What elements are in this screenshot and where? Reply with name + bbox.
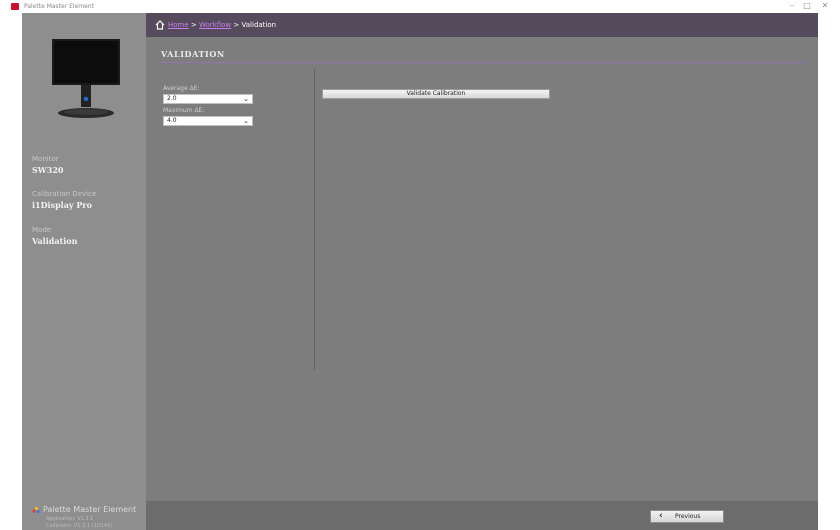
page-title: VALIDATION: [161, 49, 225, 59]
app-logo-icon: [11, 3, 19, 10]
content-panel: VALIDATION Average ΔE: 2.0 ⌄ Maximum ΔE:…: [146, 37, 818, 501]
vertical-divider: [314, 69, 315, 370]
brand-name: Palette Master Element: [43, 505, 137, 514]
average-delta-e-select[interactable]: 2.0 ⌄: [163, 94, 253, 104]
window-title: Palette Master Element: [24, 3, 94, 10]
main-area: Home > Workflow > Validation VALIDATION …: [146, 13, 818, 530]
breadcrumb: Home > Workflow > Validation: [168, 20, 276, 30]
maximum-delta-e-value: 4.0: [167, 117, 177, 124]
footer-bar: ‹ Previous: [146, 501, 818, 530]
previous-button[interactable]: ‹ Previous: [650, 510, 724, 523]
brand-logo-icon: [32, 506, 40, 514]
maximize-button[interactable]: □: [800, 1, 814, 11]
application-version: Application: V1.3.1: [46, 516, 94, 522]
window-titlebar: Palette Master Element – □ ✕: [0, 0, 840, 13]
breadcrumb-separator: >: [190, 21, 197, 29]
previous-label: Previous: [675, 513, 701, 520]
maximum-delta-e-label: Maximum ΔE:: [163, 107, 205, 114]
chevron-down-icon: ⌄: [243, 95, 249, 103]
calibrator-version: Calibrator: V1.3.1 (1D148): [46, 523, 113, 529]
validate-calibration-button[interactable]: Validate Calibration: [322, 89, 550, 99]
title-underline: [160, 62, 804, 63]
monitor-image: [52, 39, 120, 118]
breadcrumb-current: Validation: [241, 21, 277, 29]
chevron-left-icon: ‹: [659, 511, 663, 521]
average-delta-e-value: 2.0: [167, 95, 177, 102]
home-icon[interactable]: [155, 20, 165, 30]
close-button[interactable]: ✕: [818, 1, 832, 11]
device-value: i1Display Pro: [32, 200, 92, 210]
device-label: Calibration Device: [32, 190, 97, 198]
monitor-label: Monitor: [32, 155, 59, 163]
average-delta-e-label: Average ΔE:: [163, 85, 200, 92]
maximum-delta-e-select[interactable]: 4.0 ⌄: [163, 116, 253, 126]
sidebar: Monitor SW320 Calibration Device i1Displ…: [22, 13, 146, 530]
breadcrumb-separator: >: [233, 21, 240, 29]
app-window: Monitor SW320 Calibration Device i1Displ…: [22, 13, 818, 530]
chevron-down-icon: ⌄: [243, 117, 249, 125]
breadcrumb-bar: Home > Workflow > Validation: [146, 13, 818, 37]
monitor-value: SW320: [32, 165, 64, 175]
minimize-button[interactable]: –: [785, 1, 799, 11]
breadcrumb-workflow-link[interactable]: Workflow: [199, 21, 231, 29]
mode-label: Mode: [32, 226, 52, 234]
mode-value: Validation: [32, 236, 78, 246]
breadcrumb-home-link[interactable]: Home: [168, 21, 189, 29]
